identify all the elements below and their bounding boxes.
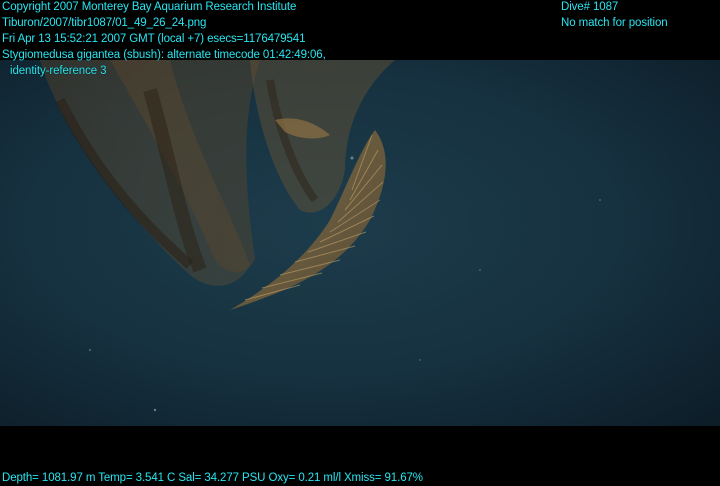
video-frame: Copyright 2007 Monterey Bay Aquarium Res…	[0, 0, 720, 486]
copyright-text: Copyright 2007 Monterey Bay Aquarium Res…	[2, 1, 297, 13]
overlay-top-left: Copyright 2007 Monterey Bay Aquarium Res…	[2, 0, 326, 79]
underwater-scene	[0, 60, 720, 426]
file-path-text: Tiburon/2007/tibr1087/01_49_26_24.png	[2, 17, 207, 29]
timestamp-text: Fri Apr 13 15:52:21 2007 GMT (local +7) …	[2, 33, 306, 45]
position-status-text: No match for position	[561, 17, 668, 29]
sensor-readout-text: Depth= 1081.97 m Temp= 3.541 C Sal= 34.2…	[2, 472, 423, 484]
dive-number-text: Dive# 1087	[561, 1, 619, 13]
annotation-text: Stygiomedusa gigantea (sbush): alternate…	[2, 49, 326, 61]
annotation-continuation-text: identity-reference 3	[10, 65, 107, 77]
overlay-sensor-readout: Depth= 1081.97 m Temp= 3.541 C Sal= 34.2…	[2, 470, 423, 486]
overlay-top-right: Dive# 1087 No match for position	[561, 0, 668, 31]
